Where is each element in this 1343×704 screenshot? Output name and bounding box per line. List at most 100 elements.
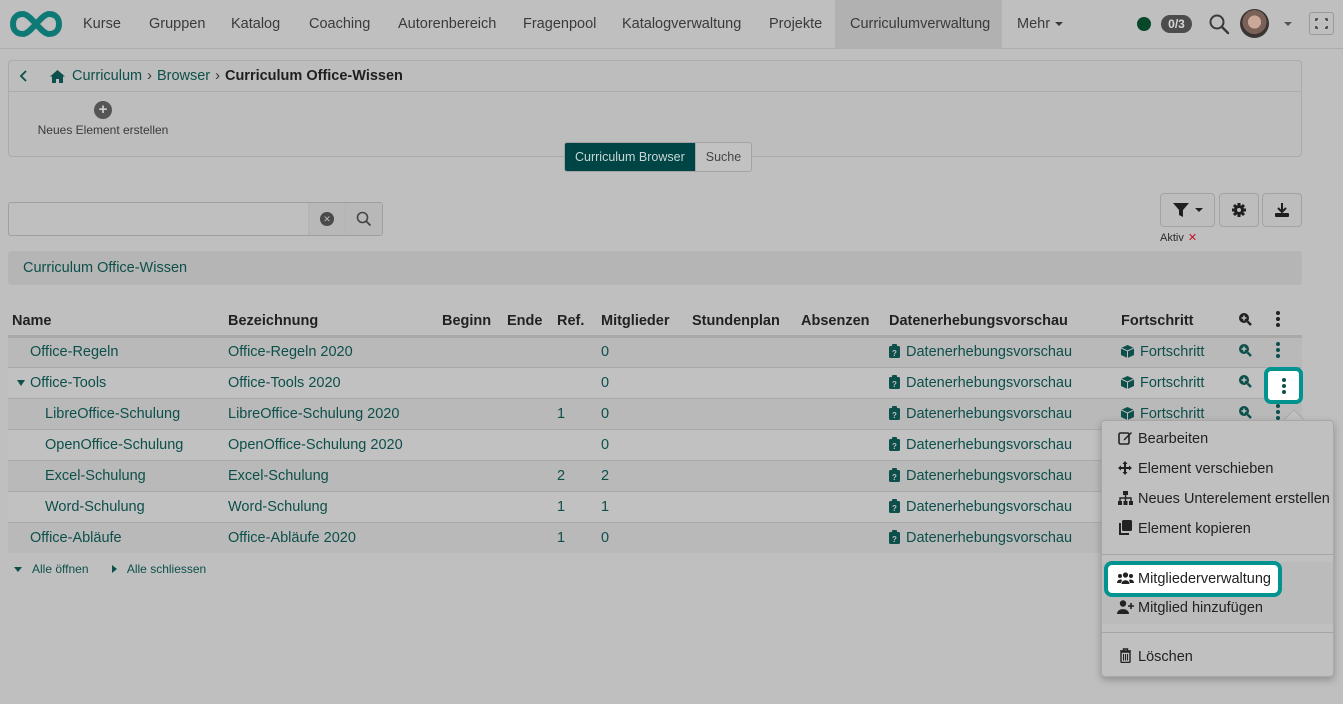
col-header-ref[interactable]: Ref. <box>553 307 597 338</box>
nav-autorenbereich[interactable]: Autorenbereich <box>383 0 511 49</box>
cell-name: Office-Regeln <box>8 336 224 368</box>
element-bezeichnung-link[interactable]: OpenOffice-Schulung 2020 <box>228 437 403 453</box>
menu-item-loeschen[interactable]: Löschen <box>1102 642 1333 672</box>
nav-projekte[interactable]: Projekte <box>754 0 837 49</box>
col-header-bezeichnung[interactable]: Bezeichnung <box>224 307 438 338</box>
col-header-name[interactable]: Name <box>8 307 224 338</box>
col-header-datenerhebungsvorschau[interactable]: Datenerhebungsvorschau <box>885 307 1117 338</box>
col-header-mitglieder[interactable]: Mitglieder <box>597 307 688 338</box>
element-name-link[interactable]: Word-Schulung <box>45 499 145 515</box>
element-bezeichnung-link[interactable]: Word-Schulung <box>228 499 328 515</box>
col-header-ende[interactable]: Ende <box>503 307 553 338</box>
nav-mehr[interactable]: Mehr <box>1002 0 1078 49</box>
nav-fragenpool[interactable]: Fragenpool <box>508 0 611 49</box>
ref-link[interactable]: 1 <box>557 499 565 515</box>
members-link[interactable]: 2 <box>601 468 609 484</box>
element-bezeichnung-link[interactable]: Office-Regeln 2020 <box>228 344 353 360</box>
survey-preview-link[interactable]: ? Datenerhebungsvorschau <box>889 498 1072 515</box>
home-icon[interactable] <box>49 69 66 84</box>
cell-zoom[interactable] <box>1234 336 1272 368</box>
cell-bezeichnung: Office-Regeln 2020 <box>224 336 438 368</box>
open-all-link[interactable]: Alle öffnen <box>14 562 99 576</box>
user-avatar[interactable] <box>1240 9 1269 38</box>
svg-text:?: ? <box>892 442 897 451</box>
user-menu-chevron-icon[interactable] <box>1284 22 1292 26</box>
menu-item-mitglied-hinzufuegen[interactable]: Mitglied hinzufügen <box>1102 593 1333 623</box>
search-input[interactable] <box>9 203 308 235</box>
survey-preview-link[interactable]: ? Datenerhebungsvorschau <box>889 374 1072 391</box>
ref-link[interactable]: 1 <box>557 530 565 546</box>
element-name-link[interactable]: LibreOffice-Schulung <box>45 406 180 422</box>
cell-mitglieder: 0 <box>597 398 688 430</box>
notification-badge[interactable]: 0/3 <box>1161 15 1192 33</box>
tab-curriculum-browser[interactable]: Curriculum Browser <box>565 143 695 171</box>
online-status-icon[interactable] <box>1137 17 1151 31</box>
download-button[interactable] <box>1262 193 1302 227</box>
members-link[interactable]: 0 <box>601 530 609 546</box>
ref-link[interactable]: 2 <box>557 468 565 484</box>
filter-button[interactable] <box>1160 193 1215 227</box>
col-header-zoom[interactable] <box>1234 307 1272 338</box>
element-bezeichnung-link[interactable]: LibreOffice-Schulung 2020 <box>228 406 399 422</box>
col-header-beginn[interactable]: Beginn <box>438 307 503 338</box>
nav-coaching[interactable]: Coaching <box>294 0 385 49</box>
nav-katalog[interactable]: Katalog <box>216 0 295 49</box>
survey-preview-link[interactable]: ? Datenerhebungsvorschau <box>889 529 1072 546</box>
survey-preview-link[interactable]: ? Datenerhebungsvorschau <box>889 436 1072 453</box>
fullscreen-button[interactable] <box>1309 12 1334 35</box>
tab-suche[interactable]: Suche <box>694 143 752 171</box>
element-name-link[interactable]: Excel-Schulung <box>45 468 146 484</box>
clear-search-button[interactable]: ✕ <box>308 203 345 235</box>
members-link[interactable]: 0 <box>601 375 609 391</box>
survey-preview-link[interactable]: ? Datenerhebungsvorschau <box>889 344 1072 360</box>
element-bezeichnung-link[interactable]: Excel-Schulung <box>228 468 329 484</box>
new-element-button[interactable]: + Neues Element erstellen <box>23 101 183 137</box>
nav-kurse[interactable]: Kurse <box>68 0 136 49</box>
element-bezeichnung-link[interactable]: Office-Tools 2020 <box>228 375 341 391</box>
ref-link[interactable]: 1 <box>557 406 565 422</box>
progress-link[interactable]: Fortschritt <box>1121 375 1204 391</box>
progress-link[interactable]: Fortschritt <box>1121 344 1204 360</box>
search-icon[interactable] <box>1208 13 1230 35</box>
survey-preview-link[interactable]: ? Datenerhebungsvorschau <box>889 405 1072 422</box>
members-link[interactable]: 1 <box>601 499 609 515</box>
breadcrumb-browser[interactable]: Browser <box>157 68 210 84</box>
col-header-stundenplan[interactable]: Stundenplan <box>688 307 797 338</box>
element-name-link[interactable]: Office-Regeln <box>30 344 118 360</box>
menu-item-element-verschieben[interactable]: Element verschieben <box>1102 454 1333 484</box>
members-link[interactable]: 0 <box>601 437 609 453</box>
settings-button[interactable] <box>1219 193 1259 227</box>
members-link[interactable]: 0 <box>601 344 609 360</box>
cell-ende <box>503 336 553 368</box>
col-header-absenzen[interactable]: Absenzen <box>797 307 885 338</box>
element-name-link[interactable]: OpenOffice-Schulung <box>45 437 183 453</box>
col-header-fortschritt[interactable]: Fortschritt <box>1117 307 1234 338</box>
survey-preview-link[interactable]: ? Datenerhebungsvorschau <box>889 467 1073 484</box>
element-name-link[interactable]: Office-Abläufe <box>30 530 122 546</box>
nav-curriculumverwaltung[interactable]: Curriculumverwaltung <box>835 0 1002 49</box>
openolat-logo-icon[interactable] <box>10 9 62 39</box>
cell-ref <box>553 367 597 399</box>
cell-actions[interactable] <box>1272 336 1302 368</box>
curriculum-title[interactable]: Curriculum Office-Wissen <box>23 260 187 276</box>
menu-item-bearbeiten[interactable]: Bearbeiten <box>1102 424 1333 454</box>
menu-item-mitgliederverwaltung[interactable]: Mitgliederverwaltung <box>1104 561 1282 597</box>
menu-item-element-kopieren[interactable]: Element kopieren <box>1102 514 1333 544</box>
breadcrumb-curriculum[interactable]: Curriculum <box>72 68 142 84</box>
col-header-actions[interactable] <box>1272 307 1302 338</box>
back-chevron-icon[interactable] <box>17 69 31 83</box>
members-link[interactable]: 0 <box>601 406 609 422</box>
remove-filter-icon[interactable]: ✕ <box>1188 232 1197 244</box>
close-all-link[interactable]: Alle schliessen <box>111 562 216 576</box>
search-button[interactable] <box>345 203 382 235</box>
cell-absenzen <box>797 460 885 492</box>
collapse-caret-icon[interactable] <box>17 379 25 386</box>
survey-preview-label: Datenerhebungsvorschau <box>906 467 1073 484</box>
menu-item-neues-unterelement[interactable]: Neues Unterelement erstellen <box>1102 484 1333 514</box>
cell-name: LibreOffice-Schulung <box>8 398 224 430</box>
element-bezeichnung-link[interactable]: Office-Abläufe 2020 <box>228 530 356 546</box>
element-name-link[interactable]: Office-Tools <box>30 375 106 391</box>
nav-gruppen[interactable]: Gruppen <box>134 0 220 49</box>
nav-katalogverwaltung[interactable]: Katalogverwaltung <box>607 0 756 49</box>
row-actions-button-highlighted[interactable] <box>1264 367 1303 404</box>
